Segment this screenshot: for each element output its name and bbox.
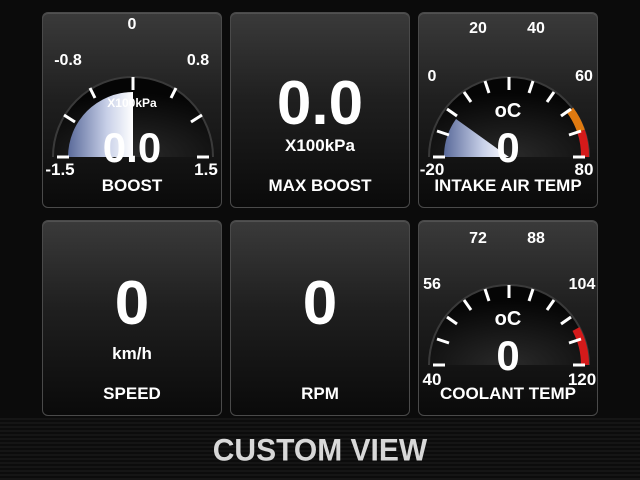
intake-tick-label: 40 — [527, 20, 545, 37]
rpm-panel[interactable]: 0 RPM — [230, 220, 410, 416]
coolant-tick-label: 88 — [527, 230, 545, 247]
boost-tick-label: 0.8 — [186, 52, 210, 69]
rpm-label: RPM — [301, 384, 339, 403]
intake-tick-label: 60 — [575, 68, 593, 85]
intake-value: 0 — [496, 124, 520, 171]
max-boost-unit: X100kPa — [285, 136, 355, 155]
intake-label: INTAKE AIR TEMP — [434, 176, 582, 195]
coolant-label: COOLANT TEMP — [440, 384, 576, 403]
max-boost-label: MAX BOOST — [268, 176, 372, 195]
intake-unit: oC — [494, 100, 522, 122]
boost-tick-label: 0 — [127, 16, 137, 33]
boost-label: BOOST — [101, 176, 163, 195]
boost-gauge-panel[interactable]: 0 -0.8 0.8 -1.5 1.5 X100kPa 0.0 BOOST — [42, 12, 222, 208]
coolant-temp-panel[interactable]: 72 88 56 104 40 120 oC 0 COOLANT TEMP — [418, 220, 598, 416]
max-boost-panel[interactable]: 0.0 X100kPa MAX BOOST — [230, 12, 410, 208]
coolant-tick-label: 104 — [568, 276, 596, 293]
boost-unit: X100kPa — [107, 96, 157, 110]
coolant-unit: oC — [494, 308, 522, 330]
coolant-value: 0 — [496, 332, 520, 379]
speed-panel[interactable]: 0 km/h SPEED — [42, 220, 222, 416]
max-boost-value: 0.0 — [276, 69, 364, 138]
speed-unit: km/h — [112, 344, 152, 363]
boost-value: 0.0 — [102, 124, 162, 171]
speed-label: SPEED — [103, 384, 161, 403]
speed-value: 0 — [114, 269, 150, 338]
rpm-value: 0 — [302, 269, 338, 338]
view-title[interactable]: CUSTOM VIEW — [0, 433, 640, 469]
intake-air-temp-panel[interactable]: 20 40 0 60 -20 80 oC 0 INTAKE AIR TEMP — [418, 12, 598, 208]
